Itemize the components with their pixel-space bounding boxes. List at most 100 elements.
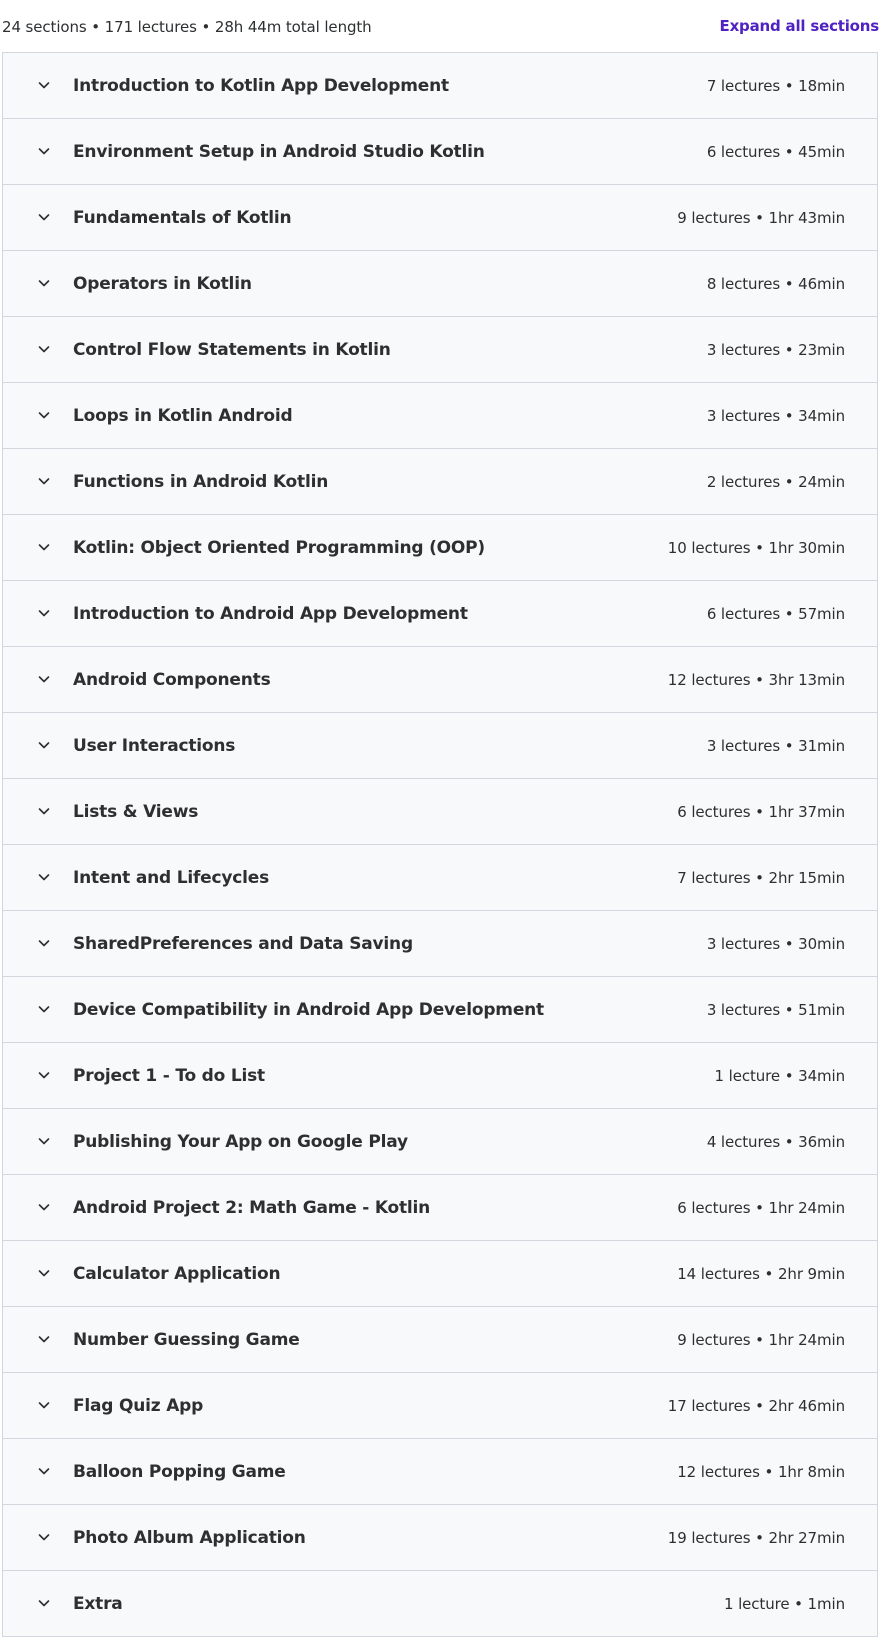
section-row[interactable]: Device Compatibility in Android App Deve… [3, 977, 877, 1043]
section-title: Kotlin: Object Oriented Programming (OOP… [73, 538, 485, 558]
chevron-down-icon [37, 606, 51, 620]
section-title: Number Guessing Game [73, 1330, 300, 1350]
section-row[interactable]: Operators in Kotlin 8 lectures • 46min [3, 251, 877, 317]
section-row[interactable]: Environment Setup in Android Studio Kotl… [3, 119, 877, 185]
chevron-down-icon [37, 210, 51, 224]
chevron-down-icon [37, 936, 51, 950]
section-lecture-count: 17 lectures • 2hr 46min [667, 1397, 845, 1415]
section-lecture-count: 12 lectures • 3hr 13min [667, 671, 845, 689]
section-lecture-count: 3 lectures • 23min [706, 341, 845, 359]
chevron-down-icon [37, 144, 51, 158]
section-lecture-count: 12 lectures • 1hr 8min [677, 1463, 845, 1481]
section-row[interactable]: Publishing Your App on Google Play 4 lect… [3, 1109, 877, 1175]
section-lecture-count: 3 lectures • 34min [706, 407, 845, 425]
section-row[interactable]: Loops in Kotlin Android 3 lectures • 34mi… [3, 383, 877, 449]
section-lecture-count: 8 lectures • 46min [706, 275, 845, 293]
chevron-down-icon [37, 1398, 51, 1412]
chevron-down-icon [37, 1134, 51, 1148]
section-lecture-count: 1 lecture • 34min [714, 1067, 846, 1085]
section-title: Flag Quiz App [73, 1396, 204, 1416]
section-title: Lists & Views [73, 802, 199, 822]
section-row[interactable]: Functions in Android Kotlin 2 lectures • … [3, 449, 877, 515]
chevron-down-icon [37, 672, 51, 686]
chevron-down-icon [37, 870, 51, 884]
section-row[interactable]: Control Flow Statements in Kotlin 3 lectu… [3, 317, 877, 383]
chevron-down-icon [37, 1266, 51, 1280]
section-lecture-count: 7 lectures • 2hr 15min [677, 869, 845, 887]
section-row[interactable]: Android Project 2: Math Game - Kotlin 6 l… [3, 1175, 877, 1241]
course-content-panel: 24 sections • 171 lectures • 28h 44m tot… [0, 0, 879, 1640]
section-lecture-count: 19 lectures • 2hr 27min [667, 1529, 845, 1547]
section-lecture-count: 3 lectures • 30min [706, 935, 845, 953]
section-title: Publishing Your App on Google Play [73, 1132, 408, 1152]
section-title: Photo Album Application [73, 1528, 306, 1548]
section-title: SharedPreferences and Data Saving [73, 934, 413, 954]
section-title: Environment Setup in Android Studio Kotl… [73, 142, 485, 162]
section-lecture-count: 7 lectures • 18min [706, 77, 845, 95]
chevron-down-icon [37, 738, 51, 752]
section-lecture-count: 6 lectures • 57min [706, 605, 845, 623]
chevron-down-icon [37, 78, 51, 92]
section-title: Balloon Popping Game [73, 1462, 286, 1482]
section-row[interactable]: Kotlin: Object Oriented Programming (OOP… [3, 515, 877, 581]
section-title: Functions in Android Kotlin [73, 472, 329, 492]
chevron-down-icon [37, 1464, 51, 1478]
section-lecture-count: 14 lectures • 2hr 9min [677, 1265, 845, 1283]
section-title: Control Flow Statements in Kotlin [73, 340, 391, 360]
section-row[interactable]: Introduction to Kotlin App Development 7 … [3, 53, 877, 119]
chevron-down-icon [37, 1200, 51, 1214]
chevron-down-icon [37, 804, 51, 818]
chevron-down-icon [37, 1332, 51, 1346]
section-lecture-count: 6 lectures • 1hr 37min [677, 803, 845, 821]
section-row[interactable]: Fundamentals of Kotlin 9 lectures • 1hr 4… [3, 185, 877, 251]
section-lecture-count: 2 lectures • 24min [706, 473, 845, 491]
section-title: Android Components [73, 670, 271, 690]
section-title: Loops in Kotlin Android [73, 406, 293, 426]
section-row[interactable]: Photo Album Application 19 lectures • 2hr… [3, 1505, 877, 1571]
section-row[interactable]: Number Guessing Game 9 lectures • 1hr 24m… [3, 1307, 877, 1373]
section-row[interactable]: Intent and Lifecycles 7 lectures • 2hr 15… [3, 845, 877, 911]
section-lecture-count: 9 lectures • 1hr 24min [677, 1331, 845, 1349]
section-title: Extra [73, 1594, 123, 1614]
chevron-down-icon [37, 474, 51, 488]
section-row[interactable]: User Interactions 3 lectures • 31min [3, 713, 877, 779]
section-title: Operators in Kotlin [73, 274, 252, 294]
section-title: Fundamentals of Kotlin [73, 208, 292, 228]
chevron-down-icon [37, 1002, 51, 1016]
section-row[interactable]: Balloon Popping Game 12 lectures • 1hr 8m… [3, 1439, 877, 1505]
chevron-down-icon [37, 1596, 51, 1610]
section-lecture-count: 6 lectures • 45min [706, 143, 845, 161]
chevron-down-icon [37, 540, 51, 554]
chevron-down-icon [37, 342, 51, 356]
section-lecture-count: 10 lectures • 1hr 30min [667, 539, 845, 557]
section-lecture-count: 3 lectures • 31min [706, 737, 845, 755]
section-row[interactable]: Android Components 12 lectures • 3hr 13mi… [3, 647, 877, 713]
section-row[interactable]: Lists & Views 6 lectures • 1hr 37min [3, 779, 877, 845]
section-title: Calculator Application [73, 1264, 281, 1284]
section-row[interactable]: Project 1 - To do List 1 lecture • 34min [3, 1043, 877, 1109]
section-row[interactable]: Introduction to Android App Development 6… [3, 581, 877, 647]
section-lecture-count: 1 lecture • 1min [723, 1595, 845, 1613]
section-title: Android Project 2: Math Game - Kotlin [73, 1198, 431, 1218]
course-summary-bar: 24 sections • 171 lectures • 28h 44m tot… [0, 0, 879, 52]
section-lecture-count: 6 lectures • 1hr 24min [677, 1199, 845, 1217]
chevron-down-icon [37, 1068, 51, 1082]
section-title: Introduction to Android App Development [73, 604, 468, 624]
section-lecture-count: 3 lectures • 51min [706, 1001, 845, 1019]
chevron-down-icon [37, 276, 51, 290]
section-lecture-count: 4 lectures • 36min [706, 1133, 845, 1151]
section-title: Device Compatibility in Android App Deve… [73, 1000, 544, 1020]
section-title: User Interactions [73, 736, 236, 756]
chevron-down-icon [37, 408, 51, 422]
chevron-down-icon [37, 1530, 51, 1544]
section-row[interactable]: Flag Quiz App 17 lectures • 2hr 46min [3, 1373, 877, 1439]
section-row[interactable]: Calculator Application 14 lectures • 2hr … [3, 1241, 877, 1307]
course-summary: 24 sections • 171 lectures • 28h 44m tot… [2, 18, 372, 36]
section-title: Intent and Lifecycles [73, 868, 269, 888]
expand-all-sections-button[interactable]: Expand all sections [720, 16, 879, 36]
section-title: Project 1 - To do List [73, 1066, 265, 1086]
section-row[interactable]: Extra 1 lecture • 1min [3, 1571, 877, 1637]
section-title: Introduction to Kotlin App Development [73, 76, 449, 96]
section-list: Introduction to Kotlin App Development 7 … [2, 52, 878, 1637]
section-row[interactable]: SharedPreferences and Data Saving 3 lectu… [3, 911, 877, 977]
